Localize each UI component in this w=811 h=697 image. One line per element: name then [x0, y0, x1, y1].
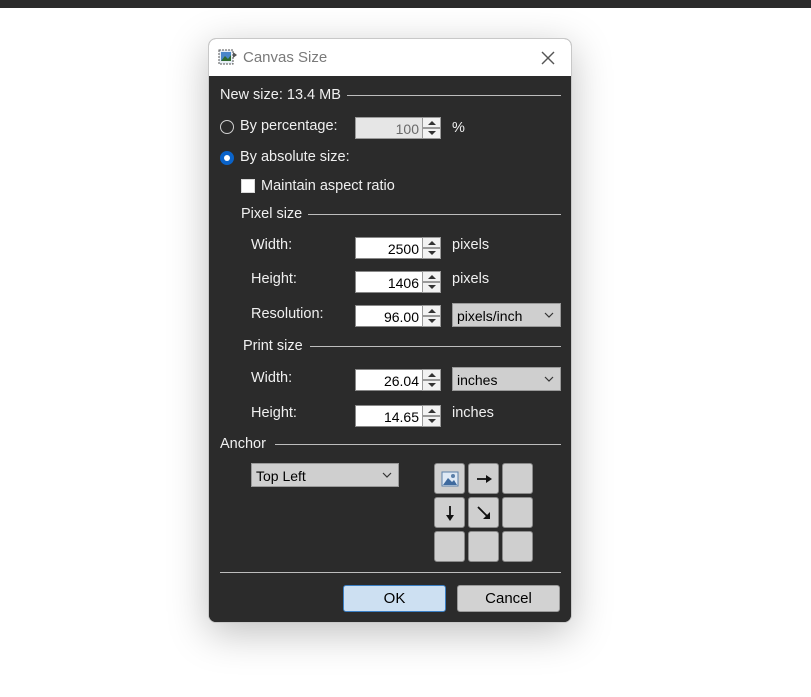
- by-absolute-size-label: By absolute size:: [240, 149, 350, 165]
- print-width-unit-dropdown[interactable]: inches: [452, 367, 561, 391]
- spin-down-button[interactable]: [422, 128, 441, 139]
- anchor-center-button[interactable]: [468, 497, 499, 528]
- print-height-unit: inches: [452, 405, 494, 421]
- maintain-aspect-ratio-checkbox[interactable]: [241, 179, 255, 193]
- divider: [347, 95, 561, 96]
- by-absolute-size-radio[interactable]: [220, 151, 234, 165]
- pixel-height-unit: pixels: [452, 271, 490, 287]
- print-height-label: Height:: [251, 405, 297, 421]
- anchor-middle-right-button[interactable]: [502, 497, 533, 528]
- resolution-unit-value: pixels/inch: [457, 308, 523, 324]
- by-percentage-radio[interactable]: [220, 120, 234, 134]
- pixel-height-spinner: 1406: [355, 271, 441, 293]
- new-size-label: New size: 13.4 MB: [220, 87, 341, 103]
- chevron-down-icon: [544, 312, 554, 318]
- arrow-right-icon: [477, 475, 492, 483]
- arrow-down-icon: [446, 506, 454, 521]
- canvas-size-app-icon: [218, 47, 238, 67]
- pixel-height-label: Height:: [251, 271, 297, 287]
- window-title: Canvas Size: [243, 49, 328, 66]
- cancel-button[interactable]: Cancel: [457, 585, 560, 612]
- pixel-size-header: Pixel size: [241, 206, 303, 222]
- print-width-input[interactable]: 26.04: [355, 369, 423, 391]
- footer-divider: [220, 572, 561, 573]
- anchor-top-center-button[interactable]: [468, 463, 499, 494]
- anchor-top-left-button[interactable]: [434, 463, 465, 494]
- percentage-spinner: 100: [355, 117, 441, 139]
- chevron-down-icon: [544, 376, 554, 382]
- spin-up-button[interactable]: [422, 271, 441, 282]
- spin-down-button[interactable]: [422, 248, 441, 259]
- anchor-dropdown[interactable]: Top Left: [251, 463, 399, 487]
- spin-down-button[interactable]: [422, 416, 441, 427]
- print-width-label: Width:: [251, 370, 293, 386]
- ok-button[interactable]: OK: [343, 585, 446, 612]
- print-width-unit-value: inches: [457, 372, 498, 388]
- pixel-width-label: Width:: [251, 237, 293, 253]
- anchor-dropdown-value: Top Left: [256, 468, 306, 484]
- by-percentage-label: By percentage:: [240, 118, 338, 134]
- divider: [310, 346, 561, 347]
- spin-up-button[interactable]: [422, 305, 441, 316]
- anchor-top-right-button[interactable]: [502, 463, 533, 494]
- spin-up-button[interactable]: [422, 237, 441, 248]
- spin-down-button[interactable]: [422, 380, 441, 391]
- chevron-down-icon: [382, 472, 392, 478]
- spin-up-button[interactable]: [422, 369, 441, 380]
- resolution-spinner: 96.00: [355, 305, 441, 327]
- anchor-bottom-right-button[interactable]: [502, 531, 533, 562]
- pixel-width-spinner: 2500: [355, 237, 441, 259]
- title-bar: Canvas Size: [209, 39, 571, 76]
- anchor-header: Anchor: [220, 436, 266, 452]
- pixel-height-input[interactable]: 1406: [355, 271, 423, 293]
- anchor-bottom-left-button[interactable]: [434, 531, 465, 562]
- resolution-unit-dropdown[interactable]: pixels/inch: [452, 303, 561, 327]
- print-height-input[interactable]: 14.65: [355, 405, 423, 427]
- spin-up-button[interactable]: [422, 405, 441, 416]
- dialog-content: New size: 13.4 MB By percentage: 100 % B…: [209, 76, 571, 622]
- spin-down-button[interactable]: [422, 282, 441, 293]
- divider: [275, 444, 561, 445]
- arrow-down-right-icon: [477, 506, 490, 519]
- anchor-bottom-center-button[interactable]: [468, 531, 499, 562]
- pixel-width-input[interactable]: 2500: [355, 237, 423, 259]
- pixel-width-unit: pixels: [452, 237, 490, 253]
- resolution-label: Resolution:: [251, 306, 324, 322]
- resolution-input[interactable]: 96.00: [355, 305, 423, 327]
- print-height-spinner: 14.65: [355, 405, 441, 427]
- spin-up-button[interactable]: [422, 117, 441, 128]
- percentage-input[interactable]: 100: [355, 117, 423, 139]
- background-top-bar: [0, 0, 811, 8]
- divider: [308, 214, 561, 215]
- print-size-header: Print size: [243, 338, 303, 354]
- anchor-middle-left-button[interactable]: [434, 497, 465, 528]
- image-icon: [441, 471, 459, 487]
- maintain-aspect-ratio-label: Maintain aspect ratio: [261, 178, 395, 194]
- canvas-size-dialog: Canvas Size New size: 13.4 MB By percent…: [208, 38, 572, 623]
- percent-unit: %: [452, 120, 465, 136]
- spin-down-button[interactable]: [422, 316, 441, 327]
- close-icon[interactable]: [537, 48, 559, 68]
- print-width-spinner: 26.04: [355, 369, 441, 391]
